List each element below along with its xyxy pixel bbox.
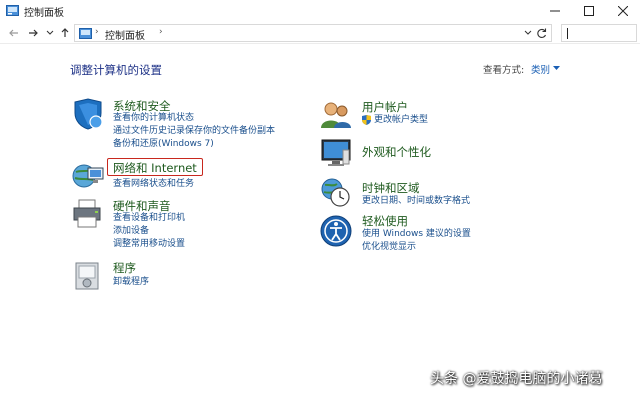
uac-shield-icon (362, 115, 371, 125)
page-title: 调整计算机的设置 (70, 63, 162, 77)
category-appearance[interactable]: 外观和个性化 (362, 144, 431, 160)
category-programs[interactable]: 程序 (113, 260, 136, 276)
breadcrumb-separator[interactable]: › (159, 27, 163, 37)
title-bar: 控制面板 (0, 0, 640, 22)
breadcrumb-separator[interactable]: › (95, 27, 99, 37)
watermark: 头条 @爱鼓捣电脑的小诸葛 (430, 371, 603, 387)
link-file-history-backup[interactable]: 通过文件历史记录保存你的文件备份副本 (113, 125, 275, 137)
link-change-account-type[interactable]: 更改帐户类型 (374, 114, 428, 126)
clock-globe-icon[interactable] (319, 175, 353, 209)
dropdown-arrow-icon[interactable] (553, 66, 560, 71)
network-globe-icon[interactable] (71, 158, 105, 192)
control-panel-icon (79, 28, 92, 39)
text-caret (567, 28, 568, 39)
close-icon (618, 6, 628, 16)
link-mobility-settings[interactable]: 调整常用移动设置 (113, 238, 185, 250)
shield-icon[interactable] (71, 97, 105, 131)
address-bar[interactable]: › 控制面板 › (74, 24, 552, 42)
maximize-button[interactable] (572, 0, 606, 22)
category-ease-of-access[interactable]: 轻松使用 (362, 213, 408, 229)
programs-icon[interactable] (71, 259, 105, 293)
user-accounts-icon[interactable] (319, 98, 353, 132)
category-user-accounts[interactable]: 用户帐户 (362, 99, 408, 115)
link-devices-printers[interactable]: 查看设备和打印机 (113, 212, 185, 224)
link-view-computer-status[interactable]: 查看你的计算机状态 (113, 112, 194, 124)
ease-of-access-icon[interactable] (319, 214, 353, 248)
forward-arrow-icon (29, 29, 38, 37)
back-arrow-icon (9, 29, 18, 37)
link-change-date-time-format[interactable]: 更改日期、时间或数字格式 (362, 195, 470, 207)
category-network-internet[interactable]: 网络和 Internet (113, 160, 197, 176)
link-backup-restore[interactable]: 备份和还原(Windows 7) (113, 138, 214, 150)
search-input[interactable] (561, 24, 637, 42)
view-by-label: 查看方式: (483, 65, 525, 76)
minimize-button[interactable] (538, 0, 572, 22)
back-button[interactable] (6, 25, 22, 41)
control-panel-icon (6, 5, 19, 16)
appearance-monitor-icon[interactable] (319, 136, 353, 170)
navigation-bar: › 控制面板 › (0, 22, 640, 44)
up-button[interactable] (57, 25, 73, 41)
link-optimize-visual-display[interactable]: 优化视觉显示 (362, 241, 416, 253)
link-add-device[interactable]: 添加设备 (113, 225, 149, 237)
breadcrumb-control-panel[interactable]: 控制面板 (105, 27, 145, 42)
forward-button[interactable] (25, 25, 41, 41)
category-clock-region[interactable]: 时钟和区域 (362, 180, 420, 196)
printer-icon[interactable] (71, 197, 105, 231)
link-uninstall-program[interactable]: 卸载程序 (113, 276, 149, 288)
close-button[interactable] (606, 0, 640, 22)
window-title: 控制面板 (24, 8, 64, 19)
minimize-icon (550, 10, 560, 12)
up-arrow-icon (61, 28, 69, 37)
chevron-down-icon[interactable] (524, 29, 532, 37)
refresh-icon[interactable] (535, 27, 548, 40)
link-windows-recommended-settings[interactable]: 使用 Windows 建议的设置 (362, 228, 471, 240)
recent-locations-button[interactable] (42, 25, 58, 41)
chevron-down-icon (46, 30, 54, 35)
maximize-icon (584, 6, 594, 16)
view-by-dropdown[interactable]: 类别 (531, 62, 550, 76)
link-network-status-tasks[interactable]: 查看网络状态和任务 (113, 178, 194, 190)
